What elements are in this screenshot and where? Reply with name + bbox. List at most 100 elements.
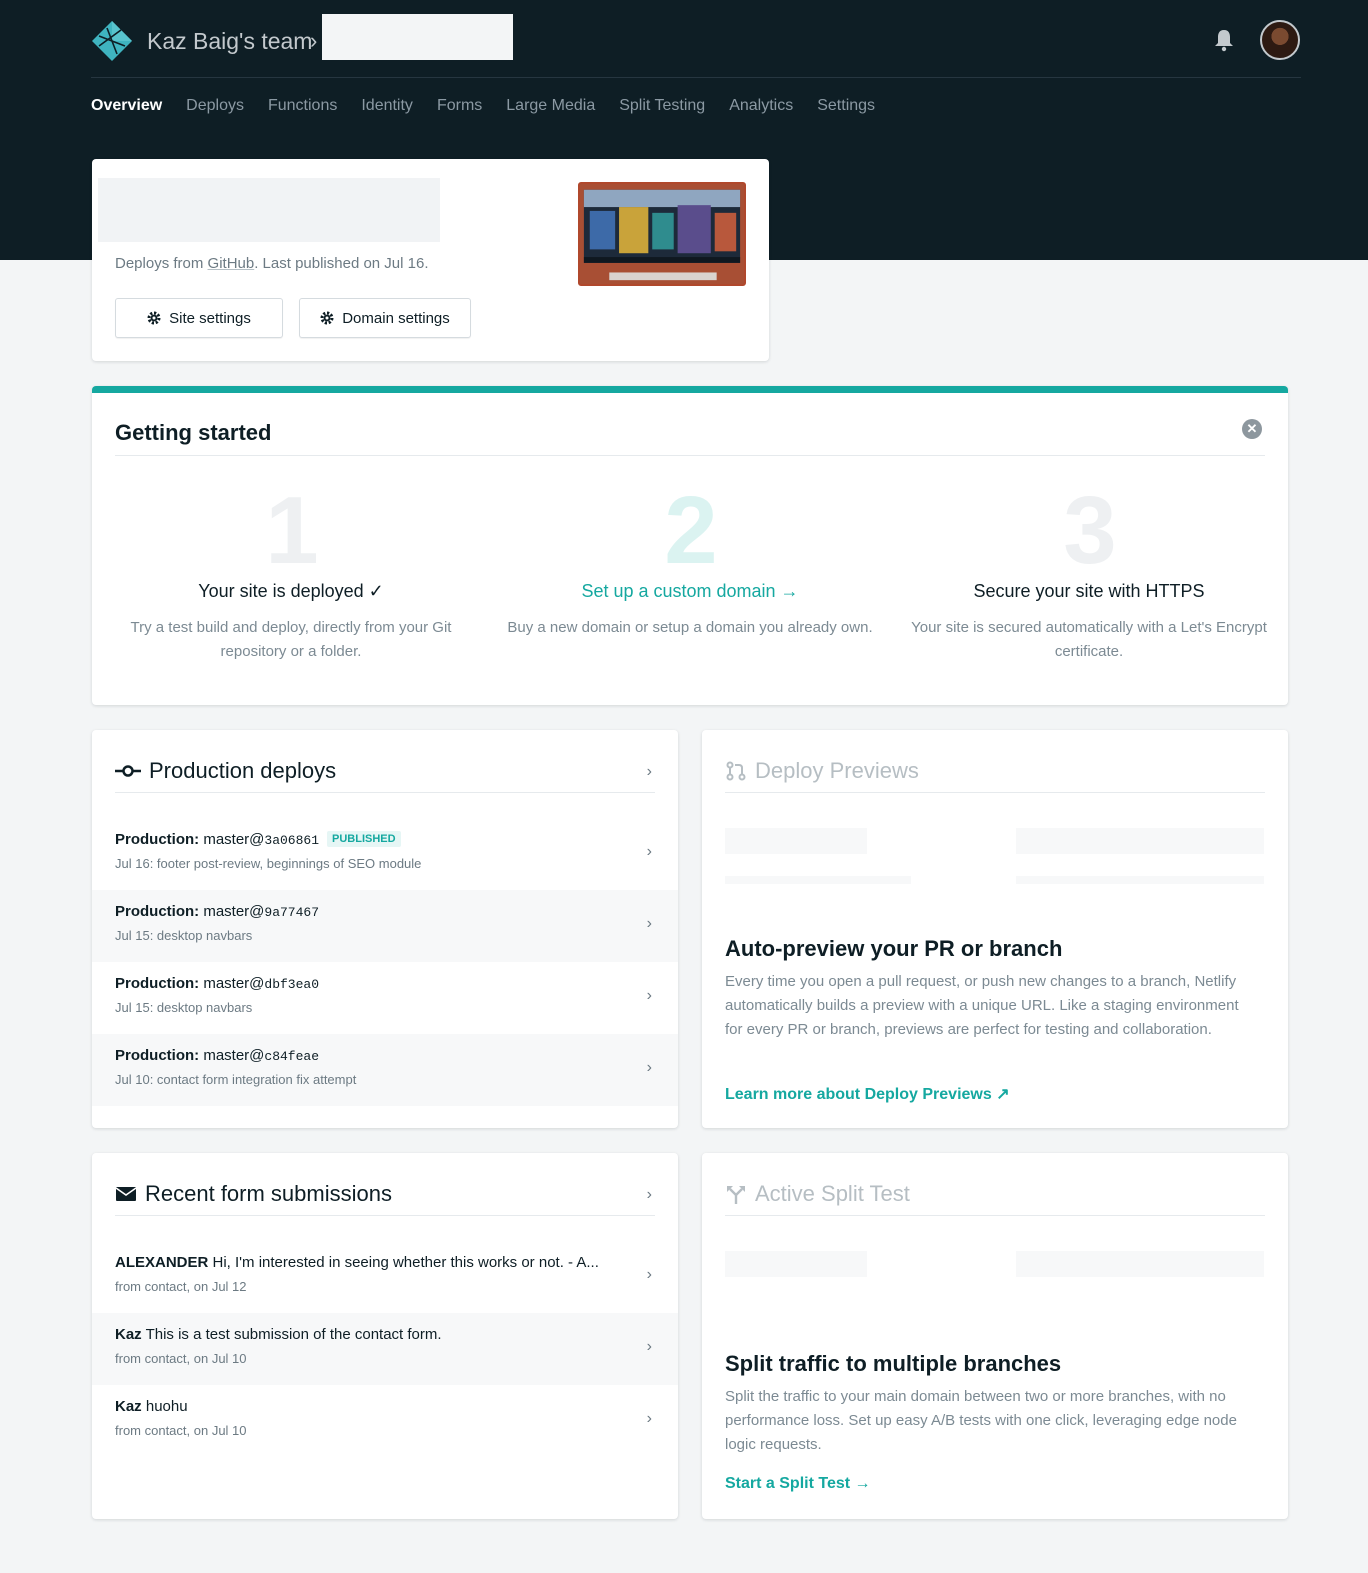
step-number: 1 bbox=[265, 477, 318, 584]
getting-started-card: Getting started ✕ 1 Your site is deploye… bbox=[92, 386, 1288, 705]
tab-forms[interactable]: Forms bbox=[437, 97, 482, 119]
site-overview-card: Deploys from GitHub. Last published on J… bbox=[92, 159, 769, 361]
site-settings-button[interactable]: Site settings bbox=[115, 298, 283, 338]
deploy-label: Production: bbox=[115, 831, 200, 848]
deploy-previews-title: Deploy Previews bbox=[755, 758, 919, 783]
placeholder-bar bbox=[725, 876, 911, 884]
tab-split-testing[interactable]: Split Testing bbox=[619, 97, 705, 119]
split-test-promo-body: Split the traffic to your main domain be… bbox=[725, 1388, 1237, 1453]
submission-row[interactable]: Kaz huohu from contact, on Jul 10 › bbox=[92, 1385, 678, 1457]
tab-settings[interactable]: Settings bbox=[817, 97, 875, 119]
tab-large-media[interactable]: Large Media bbox=[506, 97, 595, 119]
deploy-row-title: Production: master@dbf3ea0 bbox=[115, 975, 319, 992]
domain-settings-button[interactable]: Domain settings bbox=[299, 298, 471, 338]
user-avatar[interactable] bbox=[1260, 20, 1300, 60]
form-submissions-card: Recent form submissions › ALEXANDER Hi, … bbox=[92, 1153, 678, 1519]
deploy-row[interactable]: Production: master@3a06861 PUBLISHED Jul … bbox=[92, 818, 678, 890]
submission-title: Kaz huohu bbox=[115, 1398, 188, 1415]
submission-meta: from contact, on Jul 10 bbox=[115, 1423, 247, 1438]
production-deploys-card: Production deploys › Production: master@… bbox=[92, 730, 678, 1128]
step-deployed: 1 Your site is deployed ✓ Try a test bui… bbox=[101, 481, 481, 664]
github-link[interactable]: GitHub bbox=[208, 255, 255, 272]
chevron-right-icon[interactable]: › bbox=[647, 1186, 652, 1204]
placeholder-bar bbox=[1016, 876, 1264, 884]
chevron-right-icon[interactable]: › bbox=[647, 763, 652, 781]
branch-split-icon bbox=[727, 1186, 745, 1204]
git-commit-icon bbox=[115, 765, 141, 777]
tab-functions[interactable]: Functions bbox=[268, 97, 337, 119]
deploy-ref: master@ bbox=[203, 903, 265, 920]
deploy-source-suffix: . Last published on Jul 16. bbox=[254, 255, 429, 272]
pull-request-icon bbox=[726, 761, 746, 781]
step-body: Buy a new domain or setup a domain you a… bbox=[507, 619, 873, 636]
breadcrumb-separator: › bbox=[310, 28, 318, 53]
deploy-sha: 9a77467 bbox=[264, 905, 320, 920]
deploy-label: Production: bbox=[115, 975, 200, 992]
deploy-label: Production: bbox=[115, 1047, 200, 1064]
start-split-test-link[interactable]: Start a Split Test → bbox=[725, 1475, 871, 1493]
step-heading: Secure your site with HTTPS bbox=[973, 581, 1205, 601]
chevron-right-icon: › bbox=[646, 843, 652, 860]
chevron-right-icon: › bbox=[646, 1410, 652, 1427]
team-name[interactable]: Kaz Baig's team bbox=[147, 28, 312, 55]
step-heading: Your site is deployed ✓ bbox=[198, 581, 384, 601]
bell-icon[interactable] bbox=[1213, 28, 1235, 52]
deploy-ref: master@ bbox=[203, 975, 265, 992]
form-submissions-header[interactable]: Recent form submissions bbox=[115, 1181, 392, 1207]
divider bbox=[725, 1215, 1265, 1216]
top-bar: Kaz Baig's team › bbox=[91, 14, 1301, 78]
production-deploys-header[interactable]: Production deploys bbox=[115, 758, 336, 784]
divider bbox=[115, 455, 1265, 456]
tab-analytics[interactable]: Analytics bbox=[729, 97, 793, 119]
submission-text: huohu bbox=[145, 1398, 188, 1415]
site-screenshot-thumbnail[interactable] bbox=[578, 182, 746, 286]
divider bbox=[725, 792, 1265, 793]
main-nav: Overview Deploys Functions Identity Form… bbox=[91, 97, 899, 119]
deploy-message: Jul 10: contact form integration fix att… bbox=[115, 1072, 357, 1087]
deploy-message: Jul 16: footer post-review, beginnings o… bbox=[115, 856, 422, 871]
tab-identity[interactable]: Identity bbox=[361, 97, 413, 119]
site-name-redacted[interactable] bbox=[322, 14, 513, 60]
deploy-source-prefix: Deploys from bbox=[115, 255, 208, 272]
submission-meta: from contact, on Jul 12 bbox=[115, 1279, 247, 1294]
submission-row[interactable]: ALEXANDER Hi, I'm interested in seeing w… bbox=[92, 1241, 678, 1313]
deploy-row[interactable]: Production: master@dbf3ea0 Jul 15: deskt… bbox=[92, 962, 678, 1034]
deploy-source-text: Deploys from GitHub. Last published on J… bbox=[115, 255, 429, 272]
tab-deploys[interactable]: Deploys bbox=[186, 97, 244, 119]
deploy-sha: dbf3ea0 bbox=[264, 977, 320, 992]
submission-text: Hi, I'm interested in seeing whether thi… bbox=[212, 1254, 599, 1271]
submitter-name: Kaz bbox=[115, 1398, 142, 1415]
submitter-name: ALEXANDER bbox=[115, 1254, 209, 1271]
tab-overview[interactable]: Overview bbox=[91, 97, 162, 119]
submission-title: ALEXANDER Hi, I'm interested in seeing w… bbox=[115, 1254, 599, 1271]
domain-settings-label: Domain settings bbox=[342, 309, 450, 327]
split-test-header: Active Split Test bbox=[725, 1181, 910, 1207]
submission-text: This is a test submission of the contact… bbox=[145, 1326, 442, 1343]
divider bbox=[115, 792, 655, 793]
deploy-row-title: Production: master@c84feae bbox=[115, 1047, 319, 1064]
placeholder-bar bbox=[725, 1251, 867, 1277]
deploy-previews-promo-body: Every time you open a pull request, or p… bbox=[725, 973, 1239, 1038]
deploy-row[interactable]: Production: master@9a77467 Jul 15: deskt… bbox=[92, 890, 678, 962]
netlify-logo-icon[interactable] bbox=[91, 20, 133, 62]
learn-more-deploy-previews-link[interactable]: Learn more about Deploy Previews ↗ bbox=[725, 1084, 1010, 1104]
step-number: 3 bbox=[1063, 477, 1116, 584]
placeholder-bar bbox=[725, 828, 867, 854]
deploy-row[interactable]: Production: master@c84feae Jul 10: conta… bbox=[92, 1034, 678, 1106]
set-up-custom-domain-link[interactable]: Set up a custom domain → bbox=[500, 581, 880, 602]
site-settings-label: Site settings bbox=[169, 309, 251, 327]
divider bbox=[115, 1215, 655, 1216]
deploy-row-title: Production: master@9a77467 bbox=[115, 903, 319, 920]
deploy-label: Production: bbox=[115, 903, 200, 920]
step-custom-domain: 2 Set up a custom domain → Buy a new dom… bbox=[500, 481, 880, 640]
deploy-message: Jul 15: desktop navbars bbox=[115, 1000, 253, 1015]
deploy-row-title: Production: master@3a06861 PUBLISHED bbox=[115, 831, 401, 848]
production-deploys-title: Production deploys bbox=[149, 758, 337, 783]
chevron-right-icon: › bbox=[646, 987, 652, 1004]
deploy-previews-card: Deploy Previews Auto-preview your PR or … bbox=[702, 730, 1288, 1128]
submission-row[interactable]: Kaz This is a test submission of the con… bbox=[92, 1313, 678, 1385]
deploy-ref: master@ bbox=[203, 1047, 265, 1064]
site-title-redacted[interactable] bbox=[98, 178, 440, 242]
chevron-right-icon: › bbox=[646, 915, 652, 932]
close-circle-icon[interactable]: ✕ bbox=[1242, 419, 1262, 439]
